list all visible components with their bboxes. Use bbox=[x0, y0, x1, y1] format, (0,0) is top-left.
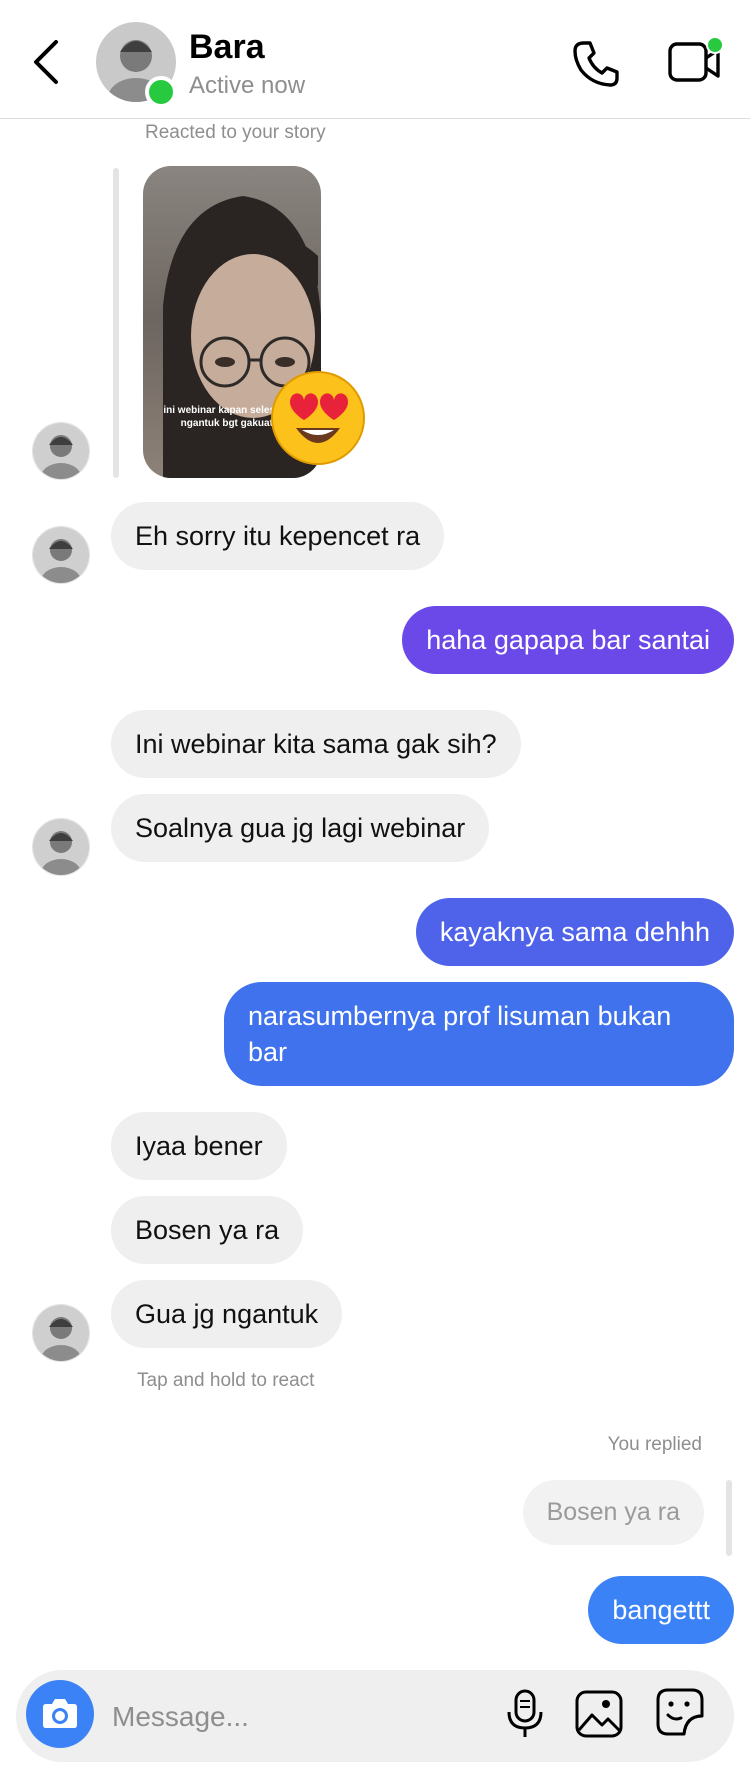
video-call-button[interactable] bbox=[664, 36, 726, 92]
chat-header: Bara Active now bbox=[0, 0, 750, 119]
video-camera-icon bbox=[668, 36, 724, 82]
message-bubble-incoming[interactable]: Gua jg ngantuk bbox=[111, 1280, 343, 1348]
react-hint: Tap and hold to react bbox=[137, 1370, 315, 1391]
back-button[interactable] bbox=[26, 36, 72, 88]
message-bubble-incoming[interactable]: Eh sorry itu kepencet ra bbox=[111, 502, 445, 570]
message-bubble-outgoing[interactable]: haha gapapa bar santai bbox=[402, 606, 734, 674]
camera-icon bbox=[43, 1699, 77, 1728]
message-bubble-incoming[interactable]: Bosen ya ra bbox=[111, 1196, 304, 1264]
message-bubble-outgoing[interactable]: bangettt bbox=[588, 1576, 734, 1644]
sticker-icon bbox=[656, 1688, 704, 1736]
heart-eyes-emoji-icon bbox=[268, 368, 368, 468]
contact-name[interactable]: Bara bbox=[189, 28, 265, 67]
contact-status: Active now bbox=[189, 72, 306, 99]
chevron-left-icon bbox=[34, 40, 58, 84]
you-replied-label: You replied bbox=[607, 1434, 702, 1455]
message-bubble-incoming[interactable]: Soalnya gua jg lagi webinar bbox=[111, 794, 490, 862]
gallery-button[interactable] bbox=[574, 1688, 624, 1740]
story-quote-bar bbox=[113, 168, 119, 478]
contact-avatar-small bbox=[32, 526, 90, 584]
sticker-button[interactable] bbox=[654, 1686, 706, 1740]
message-bubble-outgoing[interactable]: narasumbernya prof lisuman bukan bar bbox=[224, 982, 734, 1086]
reply-quote-bar bbox=[726, 1480, 732, 1556]
story-reaction-label: Reacted to your story bbox=[145, 122, 326, 143]
contact-avatar-small bbox=[32, 818, 90, 876]
voice-call-button[interactable] bbox=[568, 36, 624, 92]
online-indicator bbox=[145, 76, 177, 108]
message-bubble-outgoing[interactable]: kayaknya sama dehhh bbox=[415, 898, 734, 966]
phone-icon bbox=[573, 41, 619, 87]
contact-avatar-small bbox=[32, 1304, 90, 1362]
message-bubble-incoming[interactable]: Ini webinar kita sama gak sih? bbox=[111, 710, 521, 778]
microphone-button[interactable] bbox=[500, 1686, 550, 1742]
message-input[interactable] bbox=[110, 1686, 494, 1748]
contact-avatar-small bbox=[32, 422, 90, 480]
microphone-icon bbox=[507, 1689, 543, 1737]
camera-button[interactable] bbox=[26, 1680, 94, 1748]
replied-message-quote[interactable]: Bosen ya ra bbox=[522, 1480, 704, 1545]
message-bubble-incoming[interactable]: Iyaa bener bbox=[111, 1112, 287, 1180]
image-icon bbox=[575, 1690, 623, 1738]
